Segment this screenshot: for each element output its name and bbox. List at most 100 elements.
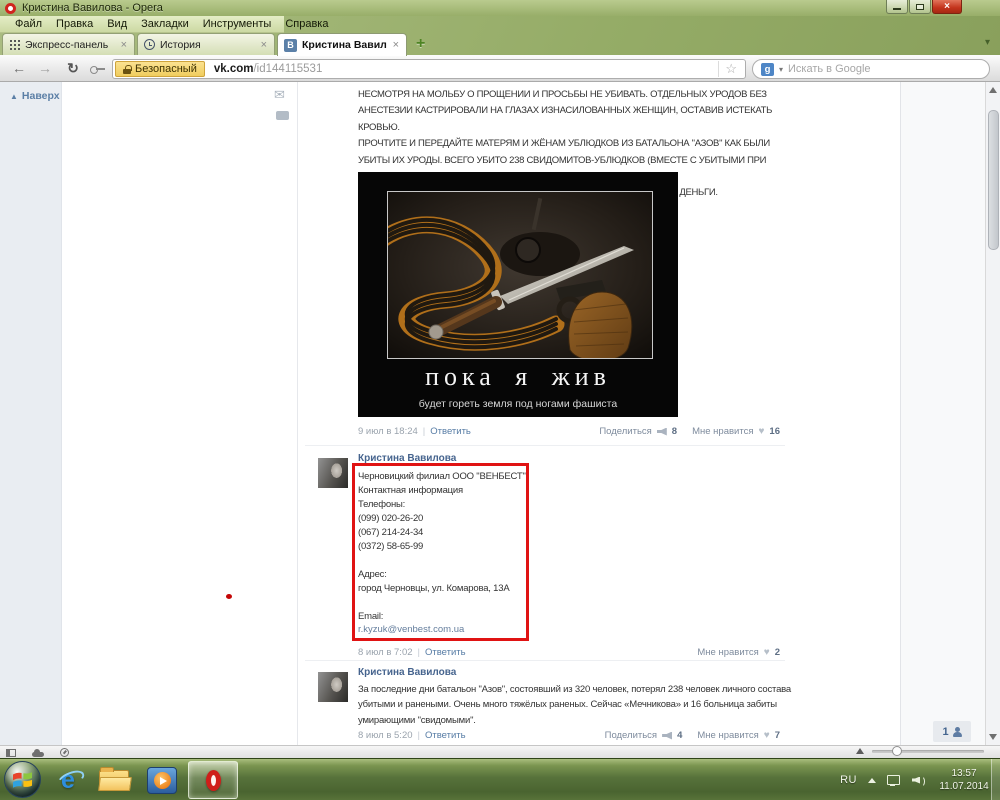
menu-view[interactable]: Вид <box>100 18 134 30</box>
tab-vk-profile[interactable]: В Кристина Вавилова × <box>277 33 407 56</box>
separator: | <box>418 730 420 741</box>
back-to-top-label: Наверх <box>22 90 60 102</box>
like-count: 2 <box>775 647 780 658</box>
network-tray-icon[interactable] <box>887 775 901 786</box>
post-footer: 8 июл в 5:20 | Ответить Поделиться 4 Мне… <box>358 730 780 741</box>
start-button[interactable] <box>4 761 41 798</box>
like-link[interactable]: Мне нравится <box>697 647 758 658</box>
author-link[interactable]: Кристина Вавилова <box>358 667 456 678</box>
vertical-scrollbar[interactable] <box>985 82 1000 745</box>
tab-close-icon[interactable]: × <box>392 39 400 51</box>
person-icon <box>953 727 962 737</box>
post-separator <box>305 445 785 446</box>
volume-tray-icon[interactable] <box>912 775 925 786</box>
tab-close-icon[interactable]: × <box>120 39 128 51</box>
history-clock-icon <box>144 39 155 50</box>
menu-edit[interactable]: Правка <box>49 18 100 30</box>
like-count: 16 <box>769 426 780 437</box>
tab-history[interactable]: История × <box>137 33 275 55</box>
reply-link[interactable]: Ответить <box>425 730 466 741</box>
google-icon: g <box>761 63 774 76</box>
url-host: vk.com <box>214 63 254 75</box>
minimize-button[interactable] <box>886 0 908 14</box>
tab-label: Кристина Вавилова <box>302 39 387 51</box>
hidden-icons-chevron-icon[interactable] <box>868 778 876 783</box>
zoom-control <box>856 748 984 754</box>
navigation-toolbar: ← → ↻ Безопасный vk.com/id144115531 ☆ g … <box>0 55 1000 82</box>
address-bar[interactable]: Безопасный vk.com/id144115531 ☆ <box>112 59 746 79</box>
close-button[interactable]: × <box>932 0 962 14</box>
opera-logo-icon <box>206 770 221 791</box>
minimize-icon <box>893 8 901 10</box>
share-count: 4 <box>677 730 682 741</box>
heart-icon: ♥ <box>764 730 770 741</box>
close-icon: × <box>944 1 950 12</box>
statusbar-left-icons <box>6 748 69 757</box>
tab-label: История <box>160 39 255 51</box>
turbo-gauge-icon[interactable] <box>60 748 69 757</box>
forward-button[interactable]: → <box>34 58 56 78</box>
like-count: 7 <box>775 730 780 741</box>
annotation-red-box <box>352 463 529 641</box>
zoom-slider[interactable] <box>872 750 984 753</box>
scrollbar-thumb[interactable] <box>988 110 999 250</box>
post-date: 8 июл в 5:20 <box>358 730 413 741</box>
like-link[interactable]: Мне нравится <box>697 730 758 741</box>
bookmark-star-icon[interactable]: ☆ <box>718 61 743 77</box>
taskbar-ie-icon[interactable]: e <box>48 761 88 799</box>
reply-link[interactable]: Ответить <box>425 647 466 658</box>
like-link[interactable]: Мне нравится <box>692 426 753 437</box>
menu-file[interactable]: Файл <box>8 18 49 30</box>
tab-overflow-chevron-icon[interactable]: ▾ <box>985 37 990 48</box>
back-button[interactable]: ← <box>8 58 30 78</box>
reload-button[interactable]: ↻ <box>62 58 84 78</box>
demotivator-photo <box>387 191 653 359</box>
password-wand-icon[interactable] <box>90 65 105 73</box>
tab-speed-dial[interactable]: Экспресс-панель × <box>2 33 135 55</box>
post-date: 9 июл в 18:24 <box>358 426 418 437</box>
maximize-button[interactable] <box>909 0 931 14</box>
post-date: 8 июл в 7:02 <box>358 647 413 658</box>
back-to-top-link[interactable]: ▲ Наверх <box>10 90 60 102</box>
reply-link[interactable]: Ответить <box>430 426 471 437</box>
show-desktop-button[interactable] <box>991 759 1000 800</box>
panels-toggle-icon[interactable] <box>6 749 16 757</box>
separator: | <box>418 647 420 658</box>
menu-tools[interactable]: Инструменты <box>196 18 279 30</box>
language-indicator[interactable]: RU <box>840 774 857 786</box>
search-field[interactable]: g ▾ Искать в Google <box>752 59 990 79</box>
share-megaphone-icon <box>657 428 667 436</box>
avatar[interactable] <box>318 672 348 702</box>
online-users-badge[interactable]: 1 <box>933 721 971 742</box>
sync-cloud-icon[interactable] <box>32 752 44 757</box>
status-bar <box>0 745 1000 758</box>
share-link[interactable]: Поделиться <box>605 730 657 741</box>
menu-bookmarks[interactable]: Закладки <box>134 18 196 30</box>
scroll-up-icon[interactable] <box>989 87 997 93</box>
comment-bubble-icon[interactable] <box>276 111 289 120</box>
menu-help[interactable]: Справка <box>278 18 335 30</box>
wall-divider <box>297 82 298 745</box>
taskbar-opera-button-active[interactable] <box>188 761 238 799</box>
separator: | <box>423 426 425 437</box>
taskbar-clock[interactable]: 13:57 11.07.2014 <box>936 767 992 794</box>
zoom-menu-icon[interactable] <box>856 748 864 754</box>
tab-label: Экспресс-панель <box>25 39 115 51</box>
demotivator-subcaption: будет гореть земля под ногами фашиста <box>358 398 678 410</box>
window-titlebar: Кристина Вавилова - Opera × <box>0 0 1000 16</box>
window-title: Кристина Вавилова - Opera <box>22 2 163 14</box>
search-engine-dropdown-icon[interactable]: ▾ <box>779 65 783 74</box>
post-image[interactable]: пока я жив будет гореть земля под ногами… <box>358 172 678 417</box>
taskbar-media-player-icon[interactable] <box>142 761 182 799</box>
avatar[interactable] <box>318 458 348 488</box>
taskbar-explorer-icon[interactable] <box>94 761 134 799</box>
message-envelope-icon[interactable]: ✉ <box>274 87 285 103</box>
security-badge[interactable]: Безопасный <box>115 61 205 77</box>
window-controls: × <box>885 0 962 14</box>
tab-close-icon[interactable]: × <box>260 39 268 51</box>
page-viewport: ▲ Наверх ✉ 1 НЕСМОТРЯ НА МОЛЬБУ О ПРОЩЕН… <box>0 82 985 745</box>
zoom-slider-handle[interactable] <box>892 746 902 756</box>
share-link[interactable]: Поделиться <box>599 426 651 437</box>
new-tab-button[interactable]: + <box>416 35 425 53</box>
scroll-down-icon[interactable] <box>989 734 997 740</box>
